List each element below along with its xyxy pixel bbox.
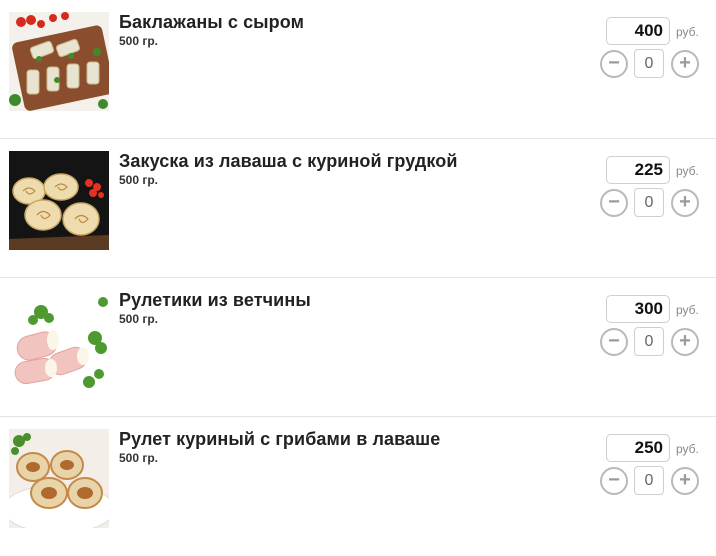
price-value: 250 (606, 434, 670, 462)
price-value: 400 (606, 17, 670, 45)
product-title[interactable]: Рулет куриный с грибами в лаваше (119, 429, 440, 450)
product-list: Баклажаны с сыром 500 гр. 400 руб. − 0 + (0, 0, 716, 541)
eggplant-rolls-image[interactable] (9, 12, 109, 111)
decrease-quantity-button[interactable]: − (600, 328, 628, 356)
currency-label: руб. (676, 303, 699, 317)
currency-label: руб. (676, 442, 699, 456)
decrease-quantity-button[interactable]: − (600, 50, 628, 78)
product-title[interactable]: Закуска из лаваша с куриной грудкой (119, 151, 458, 172)
price-value: 300 (606, 295, 670, 323)
chicken-mushroom-roll-image[interactable] (9, 429, 109, 528)
product-weight: 500 гр. (119, 312, 159, 326)
product-item: Баклажаны с сыром 500 гр. 400 руб. − 0 + (0, 0, 716, 139)
quantity-field[interactable]: 0 (634, 49, 664, 78)
currency-label: руб. (676, 25, 699, 39)
product-item: Рулетики из ветчины 500 гр. 300 руб. − 0… (0, 278, 716, 417)
quantity-field[interactable]: 0 (634, 466, 664, 495)
product-title[interactable]: Рулетики из ветчины (119, 290, 311, 311)
product-weight: 500 гр. (119, 173, 159, 187)
product-weight: 500 гр. (119, 451, 159, 465)
increase-quantity-button[interactable]: + (671, 50, 699, 78)
quantity-field[interactable]: 0 (634, 327, 664, 356)
lavash-rolls-image[interactable] (9, 151, 109, 250)
currency-label: руб. (676, 164, 699, 178)
product-item: Рулет куриный с грибами в лаваше 500 гр.… (0, 417, 716, 556)
product-item: Закуска из лаваша с куриной грудкой 500 … (0, 139, 716, 278)
quantity-field[interactable]: 0 (634, 188, 664, 217)
price-value: 225 (606, 156, 670, 184)
increase-quantity-button[interactable]: + (671, 467, 699, 495)
product-weight: 500 гр. (119, 34, 159, 48)
decrease-quantity-button[interactable]: − (600, 467, 628, 495)
decrease-quantity-button[interactable]: − (600, 189, 628, 217)
increase-quantity-button[interactable]: + (671, 328, 699, 356)
product-title[interactable]: Баклажаны с сыром (119, 12, 304, 33)
ham-rolls-image[interactable] (9, 290, 109, 389)
increase-quantity-button[interactable]: + (671, 189, 699, 217)
